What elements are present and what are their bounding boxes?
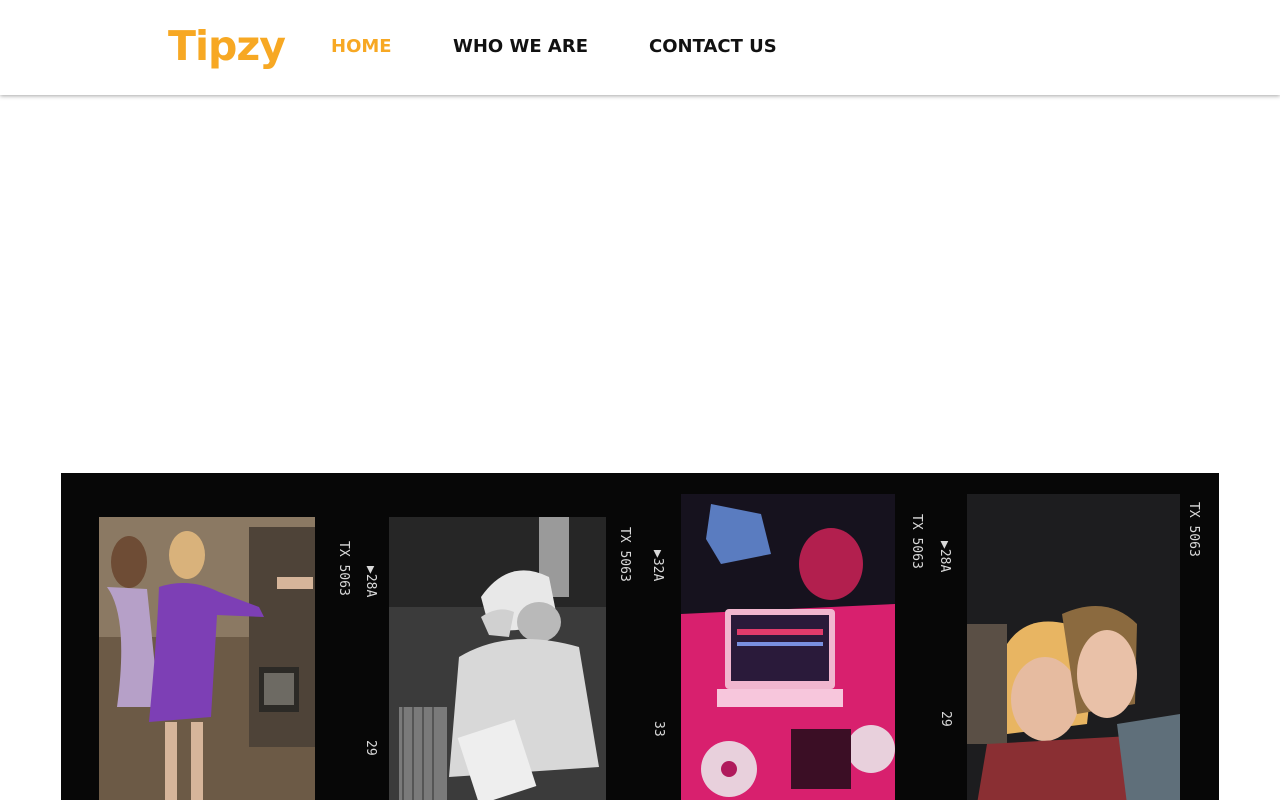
film-edge-code: ▶32A: [650, 550, 665, 582]
nav-who-we-are[interactable]: WHO WE ARE: [453, 34, 588, 60]
film-edge-code: 29: [938, 711, 953, 727]
site-header: Tipzy HOME WHO WE ARE CONTACT US: [0, 0, 1280, 95]
dj-laptop-photo: [681, 494, 895, 800]
nav-home[interactable]: HOME: [331, 34, 392, 60]
film-edge-code: TX 5063: [617, 527, 632, 582]
film-edge-code: ▶28A: [363, 566, 378, 598]
film-edge-code: TX 5063: [336, 541, 351, 596]
film-edge-code: 33: [651, 721, 666, 737]
nav-contact-us[interactable]: CONTACT US: [649, 34, 777, 60]
film-edge-code: ▶28A: [937, 541, 952, 573]
smiling-couple-photo: [967, 494, 1180, 800]
film-edge-code: TX 5063: [909, 514, 924, 569]
dj-vinyl-photo: [389, 517, 606, 800]
film-edge-code: TX 5063: [1186, 502, 1201, 557]
dancing-friends-photo: [99, 517, 315, 800]
film-edge-code: 29: [363, 740, 378, 756]
tipzy-logo[interactable]: Tipzy: [168, 22, 286, 70]
film-strip-gallery: TX 5063 ▶28A 29 TX 5063 ▶32A 33 TX 5063 …: [61, 473, 1219, 800]
